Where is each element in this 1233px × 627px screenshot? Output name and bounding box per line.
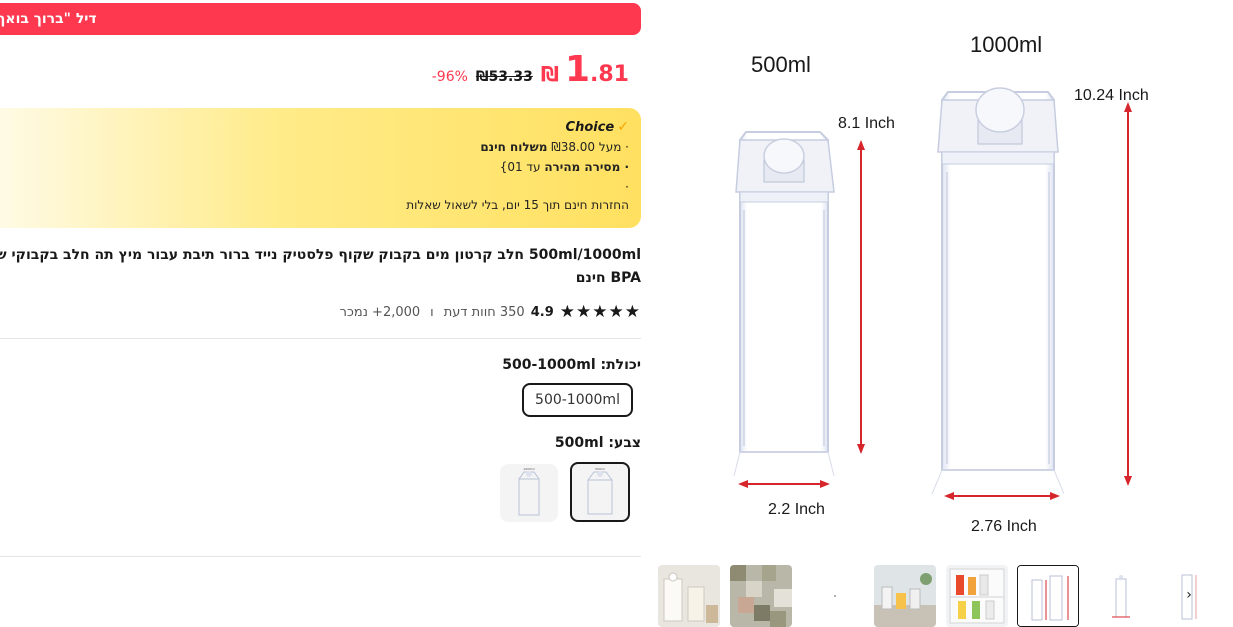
- rating-score: 4.9: [530, 304, 554, 320]
- thumbnail-strip: [658, 564, 1203, 627]
- sold-count: 2,000+ נמכר: [339, 304, 421, 320]
- height-500ml-label: 8.1 Inch: [838, 115, 895, 132]
- product-title: 500ml/1000ml חלב קרטון מים בקבוק שקוף פל…: [0, 244, 641, 290]
- height-1000ml-label: 10.24 Inch: [1074, 87, 1149, 104]
- star-icon: ★: [559, 302, 575, 322]
- thumbnail-pixelated[interactable]: [730, 565, 792, 627]
- width-500ml-label: 2.2 Inch: [768, 501, 825, 518]
- thumbnail-blank[interactable]: [804, 565, 866, 627]
- color-label: צבע: 500ml: [554, 435, 641, 451]
- free-shipping-line: · מעל ₪38.00 משלוח חינם: [0, 139, 629, 155]
- width-1000ml-label: 2.76 Inch: [971, 518, 1037, 535]
- separator: ו: [430, 304, 434, 320]
- label-1000ml: 1000ml: [970, 32, 1042, 57]
- thumbnail-milk-bottles[interactable]: [658, 565, 720, 627]
- current-price: 1 .81 ₪: [541, 52, 629, 88]
- check-icon: ✓: [617, 119, 629, 135]
- svg-text:1000ml: 1000ml: [523, 467, 535, 471]
- dimension-height-500ml: [857, 140, 865, 454]
- bullet-line: ·: [625, 180, 629, 194]
- divider: [0, 338, 641, 339]
- price-decimal: .81: [590, 62, 629, 87]
- label-500ml: 500ml: [751, 52, 811, 77]
- free-shipping-prefix: · מעל ₪38.00: [547, 140, 629, 154]
- thumbnail-fridge[interactable]: [946, 565, 1008, 627]
- bottle-500ml: [733, 131, 835, 477]
- rating-stars[interactable]: ★ ★ ★ ★ ★: [560, 302, 640, 322]
- divider: [0, 556, 641, 557]
- rating-row: ★ ★ ★ ★ ★ 4.9 350 חוות דעת ו 2,000+ נמכר: [340, 302, 640, 322]
- star-icon: ★: [608, 302, 624, 322]
- svg-text:500ml: 500ml: [595, 467, 605, 471]
- fast-delivery-date: עד 01}: [499, 160, 545, 174]
- fast-delivery-line: · מסירה מהירה עד 01}: [0, 159, 629, 175]
- deal-label: דיל "ברוך בואך": [0, 11, 97, 27]
- color-swatch-500ml[interactable]: 500ml: [570, 462, 630, 522]
- price-row: 1 .81 ₪ ₪53.33 96%-: [432, 52, 629, 88]
- free-returns-line: החזרות חינם תוך 15 יום, בלי לשאול שאלות: [406, 198, 629, 212]
- thumbnail-kitchen[interactable]: [874, 565, 936, 627]
- original-price: ₪53.33: [475, 69, 533, 85]
- deal-banner: דיל "ברוך בואך": [0, 3, 641, 35]
- capacity-option-button[interactable]: 500-1000ml: [522, 383, 633, 417]
- discount-percent: 96%-: [431, 69, 468, 85]
- choice-brand: Choice: [565, 119, 615, 135]
- color-swatch-1000ml[interactable]: 1000ml: [500, 464, 558, 522]
- reviews-count[interactable]: 350 חוות דעת: [444, 305, 525, 320]
- capacity-label: יכולת: 500-1000ml: [502, 357, 641, 373]
- choice-benefits-box: ✓ Choice · מעל ₪38.00 משלוח חינם · מסירה…: [0, 108, 641, 228]
- currency-symbol: ₪: [540, 62, 559, 86]
- thumbnail-single-500ml[interactable]: [1090, 565, 1152, 627]
- star-icon: ★: [624, 302, 640, 322]
- bottle-thumbnail-icon: 500ml: [587, 467, 613, 515]
- dimension-height-1000ml: [1124, 102, 1132, 486]
- bottle-1000ml: [931, 87, 1065, 495]
- free-shipping-text: משלוח חינם: [480, 140, 548, 154]
- dimension-width-500ml: [738, 480, 830, 488]
- thumbnail-dimensions-selected[interactable]: [1017, 565, 1079, 627]
- main-product-image[interactable]: 500ml 1000ml 8.1 Inch 2.2 Inch 10.24 Inc…: [718, 0, 1218, 550]
- fast-delivery-text: · מסירה מהירה: [544, 160, 629, 174]
- star-icon: ★: [592, 302, 608, 322]
- product-title-line1: 500ml/1000ml חלב קרטון מים בקבוק שקוף פל…: [0, 247, 641, 263]
- dimension-width-1000ml: [944, 492, 1060, 500]
- star-icon: ★: [576, 302, 592, 322]
- price-integer: 1: [564, 49, 591, 90]
- bottle-thumbnail-icon: 1000ml: [518, 467, 540, 516]
- choice-badge: ✓ Choice: [0, 119, 629, 135]
- chevron-right-icon[interactable]: ›: [1178, 584, 1200, 606]
- product-title-line2: BPA חינם: [575, 270, 641, 286]
